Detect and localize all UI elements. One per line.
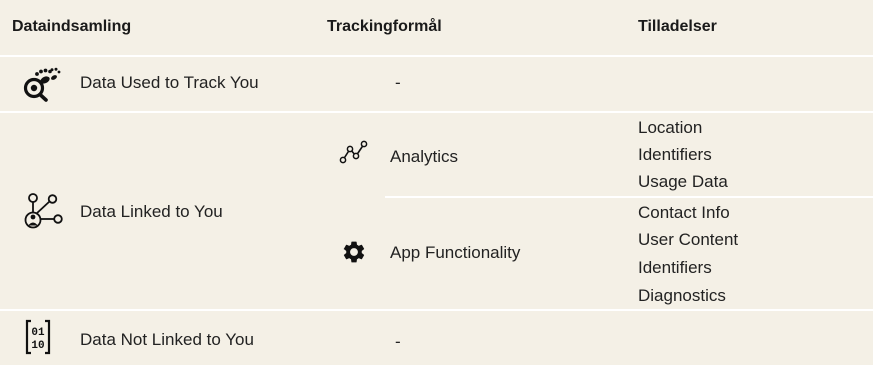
header-tracking-purpose: Trackingformål	[327, 18, 442, 35]
svg-text:10: 10	[31, 340, 44, 352]
purpose-empty-not-linked: -	[395, 332, 401, 351]
category-label-linked: Data Linked to You	[80, 202, 223, 221]
permission-item: User Content	[638, 230, 739, 249]
binary-data-icon: 01 10	[25, 319, 51, 355]
svg-text:01: 01	[31, 327, 45, 339]
header-data-collection: Dataindsamling	[12, 18, 132, 35]
table-row-track: Data Used to Track You -	[0, 59, 873, 111]
table-row-not-linked: 01 10 Data Not Linked to You -	[0, 311, 873, 365]
permission-item: Location	[638, 118, 703, 137]
header-permissions: Tilladelser	[638, 18, 717, 35]
purpose-separator	[385, 196, 873, 198]
permission-item: Diagnostics	[638, 286, 726, 305]
track-footprint-icon	[23, 67, 61, 102]
category-label-not-linked: Data Not Linked to You	[80, 330, 254, 349]
purpose-label-app-functionality: App Functionality	[390, 243, 521, 262]
table-header: Dataindsamling Trackingformål Tilladelse…	[0, 0, 873, 57]
privacy-table: Dataindsamling Trackingformål Tilladelse…	[0, 0, 873, 365]
table-row-linked: Data Linked to You Analytics Location Id…	[0, 113, 873, 309]
permission-item: Usage Data	[638, 172, 728, 191]
purpose-label-analytics: Analytics	[390, 147, 459, 166]
category-label-track: Data Used to Track You	[80, 73, 259, 92]
linked-person-icon	[24, 193, 63, 229]
analytics-chart-icon	[339, 140, 368, 164]
purpose-empty-track: -	[395, 73, 401, 92]
permission-item: Identifiers	[638, 145, 712, 164]
permission-item: Contact Info	[638, 203, 730, 222]
permission-item: Identifiers	[638, 258, 712, 277]
gear-icon	[343, 241, 365, 263]
